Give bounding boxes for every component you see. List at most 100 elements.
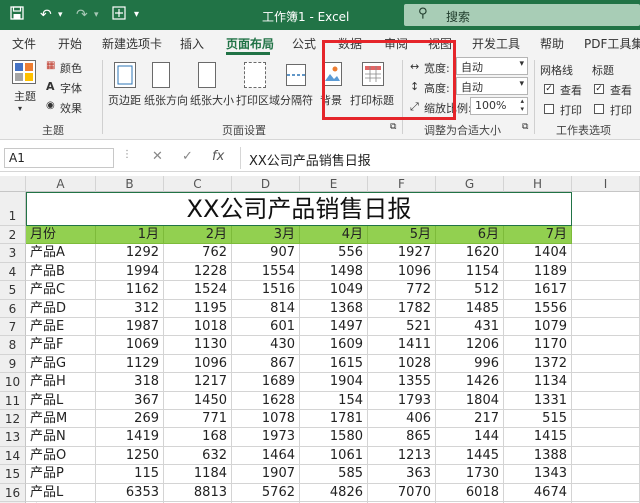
table-cell[interactable]: 556 [300, 244, 368, 263]
table-cell[interactable]: 1189 [504, 262, 572, 282]
header-cell[interactable]: 月份 [26, 226, 96, 245]
table-cell[interactable]: 产品A [26, 244, 96, 263]
table-cell[interactable]: 1415 [504, 428, 572, 447]
table-cell[interactable]: 867 [232, 354, 300, 374]
row-header[interactable]: 6 [0, 299, 26, 318]
table-cell[interactable]: 996 [436, 354, 504, 374]
table-cell[interactable]: 1069 [96, 336, 164, 355]
save-icon[interactable] [10, 6, 24, 25]
table-cell[interactable]: 1497 [300, 318, 368, 337]
colors-icon[interactable]: ▦ [46, 60, 55, 71]
effects-button[interactable]: 效果 [60, 100, 82, 116]
tab-home[interactable]: 开始 [58, 35, 82, 52]
row-header[interactable]: 13 [0, 428, 26, 447]
column-header-d[interactable]: D [232, 176, 300, 192]
table-cell[interactable]: 367 [96, 391, 164, 410]
table-cell[interactable]: 1516 [232, 281, 300, 300]
table-cell[interactable]: 1464 [232, 446, 300, 466]
formula-input[interactable]: XX公司产品销售日报 [240, 147, 640, 169]
search-box[interactable]: ⚲ 搜索 [404, 4, 640, 26]
cell[interactable] [572, 281, 640, 300]
table-cell[interactable]: 406 [368, 410, 436, 429]
table-cell[interactable]: 762 [164, 244, 232, 263]
table-cell[interactable]: 144 [436, 428, 504, 447]
table-cell[interactable]: 产品G [26, 354, 96, 374]
table-cell[interactable]: 1730 [436, 465, 504, 484]
table-cell[interactable]: 1184 [164, 465, 232, 484]
row-header[interactable]: 16 [0, 483, 26, 502]
table-cell[interactable]: 772 [368, 281, 436, 300]
table-cell[interactable]: 431 [436, 318, 504, 337]
worksheet-grid[interactable]: XX公司产品销售日报 A B C D E F G H I 1 2 月份 1月 2月 3月 4月 5月 6月 7月 3 产… [0, 176, 640, 503]
table-cell[interactable]: 585 [300, 465, 368, 484]
gridlines-print-checkbox[interactable] [544, 104, 554, 114]
more-icon[interactable]: ⋮ [122, 149, 132, 160]
fonts-icon[interactable]: A [46, 80, 55, 93]
table-cell[interactable]: 521 [368, 318, 436, 337]
tab-pdf-tools[interactable]: PDF工具集 [584, 35, 640, 52]
row-header[interactable]: 5 [0, 281, 26, 300]
undo-icon[interactable]: ↶ [40, 6, 52, 24]
table-cell[interactable]: 907 [232, 244, 300, 263]
row-header[interactable]: 3 [0, 244, 26, 263]
table-cell[interactable]: 产品F [26, 336, 96, 355]
tab-new-tab[interactable]: 新建选项卡 [102, 35, 162, 52]
column-header-c[interactable]: C [164, 176, 232, 192]
page-setup-launcher-icon[interactable]: ⧉ [390, 122, 396, 132]
header-cell[interactable]: 1月 [96, 226, 164, 245]
table-cell[interactable]: 5762 [232, 483, 300, 502]
table-cell[interactable]: 1904 [300, 373, 368, 392]
row-header[interactable]: 15 [0, 465, 26, 484]
tab-formulas[interactable]: 公式 [292, 35, 316, 52]
table-cell[interactable]: 1498 [300, 262, 368, 282]
cell[interactable] [572, 391, 640, 410]
margins-button[interactable]: 页边距 [108, 92, 141, 108]
table-cell[interactable]: 产品P [26, 465, 96, 484]
cell[interactable] [572, 428, 640, 447]
table-cell[interactable]: 1170 [504, 336, 572, 355]
header-cell[interactable]: 3月 [232, 226, 300, 245]
column-header-a[interactable]: A [26, 176, 96, 192]
print-area-icon[interactable] [244, 62, 266, 88]
table-cell[interactable]: 1388 [504, 446, 572, 466]
spinner-icon[interactable]: ▴ ▾ [520, 97, 524, 113]
headings-view-checkbox[interactable]: ✓ [594, 84, 604, 94]
table-cell[interactable]: 1781 [300, 410, 368, 429]
header-cell[interactable]: 7月 [504, 226, 572, 245]
name-box[interactable]: A1 [4, 148, 114, 168]
table-cell[interactable]: 产品E [26, 318, 96, 337]
table-cell[interactable]: 1793 [368, 391, 436, 410]
table-cell[interactable]: 1130 [164, 336, 232, 355]
column-header-h[interactable]: H [504, 176, 572, 192]
cell[interactable] [572, 465, 640, 484]
scale-launcher-icon[interactable]: ⧉ [522, 122, 528, 132]
quick-access-icon[interactable] [112, 6, 126, 25]
row-header[interactable]: 4 [0, 262, 26, 282]
table-cell[interactable]: 1049 [300, 281, 368, 300]
table-cell[interactable]: 1028 [368, 354, 436, 374]
table-cell[interactable]: 1994 [96, 262, 164, 282]
table-cell[interactable]: 1079 [504, 318, 572, 337]
scale-input[interactable]: 100% ▴ ▾ [470, 97, 528, 115]
cell[interactable] [572, 373, 640, 392]
table-cell[interactable]: 产品D [26, 299, 96, 318]
table-cell[interactable]: 814 [232, 299, 300, 318]
cell[interactable] [572, 336, 640, 355]
function-icon[interactable]: fx [212, 149, 224, 164]
table-cell[interactable]: 4674 [504, 483, 572, 502]
title-cell[interactable]: XX公司产品销售日报 [26, 192, 572, 226]
table-cell[interactable]: 1804 [436, 391, 504, 410]
colors-button[interactable]: 颜色 [60, 60, 82, 76]
theme-button[interactable]: 主题 [14, 88, 36, 104]
table-cell[interactable]: 1228 [164, 262, 232, 282]
table-cell[interactable]: 1782 [368, 299, 436, 318]
table-cell[interactable]: 363 [368, 465, 436, 484]
table-cell[interactable]: 1556 [504, 299, 572, 318]
table-cell[interactable]: 产品O [26, 446, 96, 466]
undo-dropdown-icon[interactable]: ▾ [58, 6, 63, 24]
tab-insert[interactable]: 插入 [180, 35, 204, 52]
table-cell[interactable]: 1213 [368, 446, 436, 466]
row-header[interactable]: 1 [0, 192, 26, 226]
table-cell[interactable]: 1419 [96, 428, 164, 447]
theme-icon[interactable] [12, 60, 36, 84]
